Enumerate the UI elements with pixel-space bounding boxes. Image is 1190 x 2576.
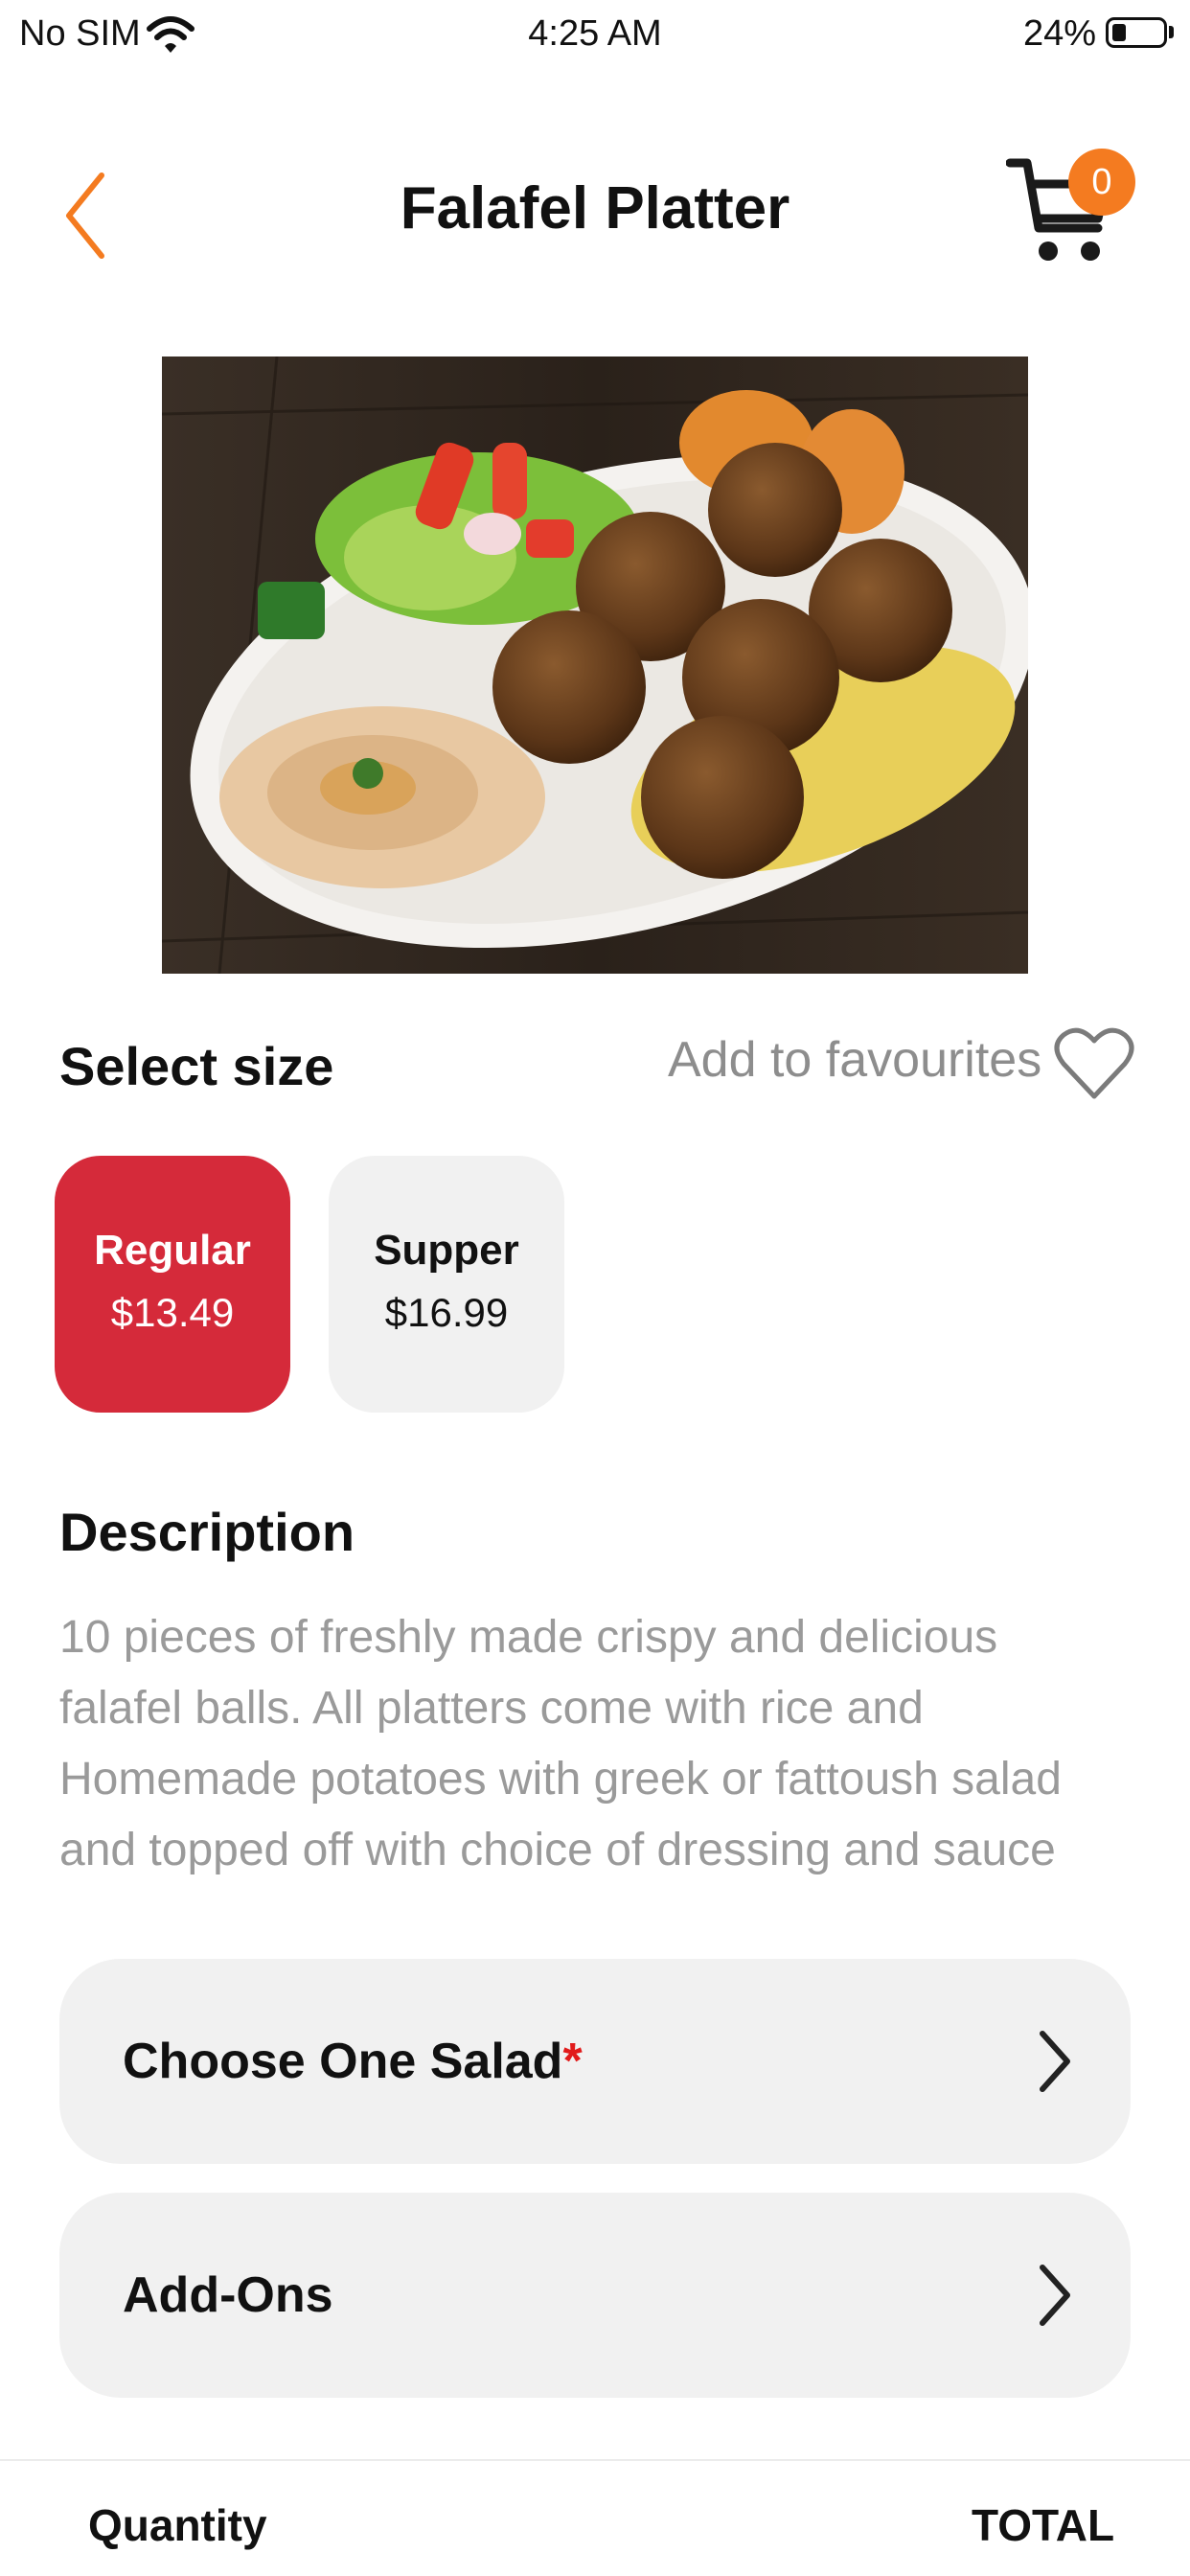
description-line: falafel balls. All platters come with ri… <box>59 1683 924 1734</box>
size-price: $13.49 <box>110 1290 235 1335</box>
size-option-regular[interactable]: Regular $13.49 <box>55 1156 290 1413</box>
description-line: Homemade potatoes with greek or fattoush… <box>59 1754 1062 1805</box>
description-heading: Description <box>59 1502 355 1562</box>
heart-icon[interactable] <box>1054 1020 1134 1106</box>
size-price: $16.99 <box>384 1290 509 1335</box>
select-size-heading: Select size <box>59 1036 334 1096</box>
clock: 4:25 AM <box>528 13 662 54</box>
size-name: Regular <box>94 1227 251 1274</box>
falafel-platter-photo <box>162 356 1028 974</box>
battery-icon <box>1106 17 1167 48</box>
quantity-label: Quantity <box>88 2500 267 2550</box>
chevron-right-icon <box>1040 2031 1070 2092</box>
description-text: 10 pieces of freshly made crispy and del… <box>59 1602 1113 1886</box>
size-name: Supper <box>374 1227 519 1274</box>
choose-salad-text: Choose One Salad <box>123 2034 563 2089</box>
status-bar: No SIM 4:25 AM 24% <box>0 0 1190 77</box>
total-label: TOTAL <box>972 2500 1115 2550</box>
add-ons-row[interactable]: Add-Ons <box>59 2193 1131 2398</box>
description-line: and topped off with choice of dressing a… <box>59 1825 1056 1875</box>
required-marker: * <box>562 2034 583 2089</box>
battery-tip <box>1169 26 1174 38</box>
cart-count-badge: 0 <box>1068 149 1135 216</box>
battery-percent: 24% <box>1023 13 1097 54</box>
description-line: 10 pieces of freshly made crispy and del… <box>59 1612 998 1663</box>
add-ons-label: Add-Ons <box>123 2267 333 2323</box>
add-to-favourites-label[interactable]: Add to favourites <box>668 1031 1041 1089</box>
choose-salad-label: Choose One Salad* <box>123 1959 583 2164</box>
chevron-right-icon <box>1040 2265 1070 2326</box>
size-option-supper[interactable]: Supper $16.99 <box>329 1156 564 1413</box>
choose-salad-row[interactable]: Choose One Salad* <box>59 1959 1131 2164</box>
footer-divider <box>0 2459 1190 2461</box>
